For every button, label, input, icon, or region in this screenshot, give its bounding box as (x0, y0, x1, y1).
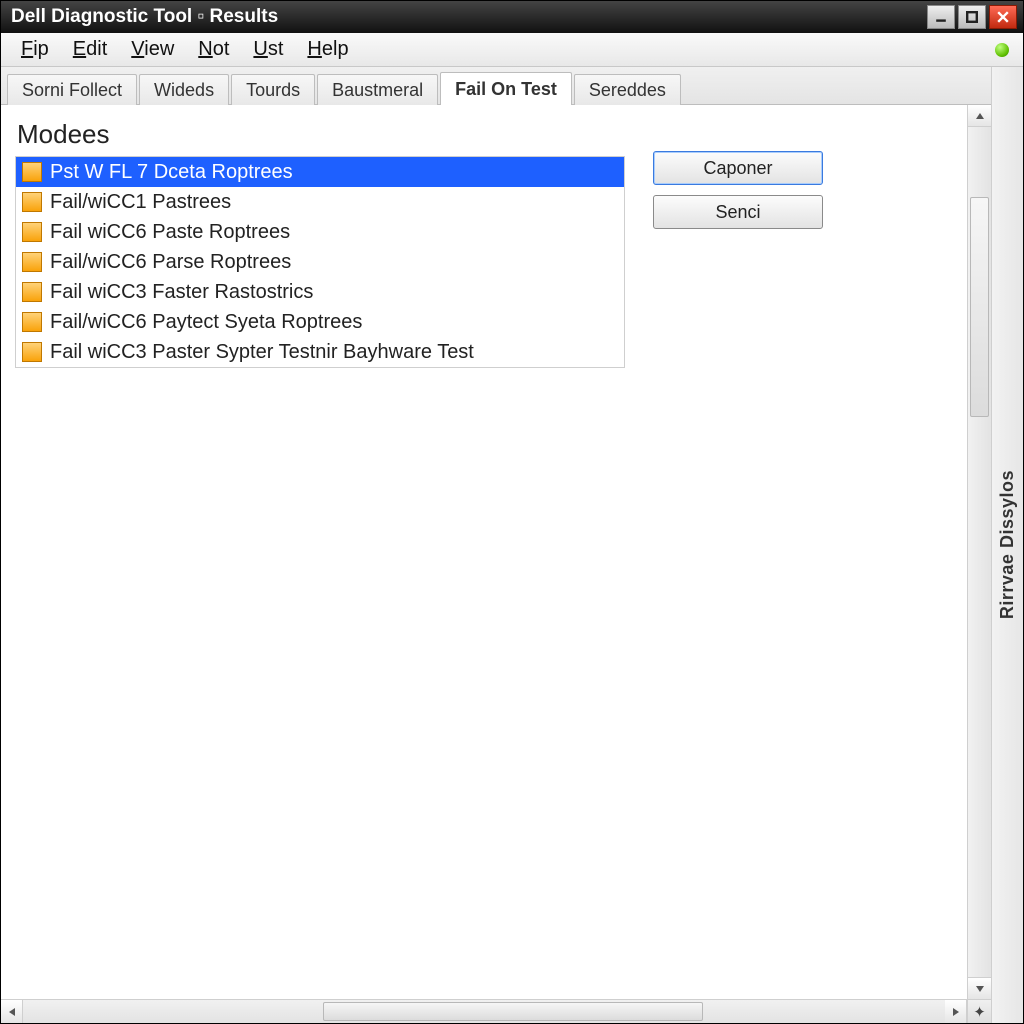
menu-view[interactable]: View (119, 34, 186, 65)
menu-not[interactable]: Not (186, 34, 241, 65)
results-listbox[interactable]: Pst W FL 7 Dceta Roptrees Fail/wiCC1 Pas… (15, 156, 625, 368)
list-item-label: Fail/wiCC1 Pastrees (50, 191, 231, 214)
titlebar[interactable]: Dell Diagnostic Tool ▫ Results (1, 1, 1023, 33)
folder-icon (22, 252, 42, 272)
list-item-label: Pst W FL 7 Dceta Roptrees (50, 161, 293, 184)
vertical-scrollbar[interactable] (967, 105, 991, 999)
close-button[interactable] (989, 5, 1017, 29)
main-column: Sorni Follect Wideds Tourds Baustmeral F… (1, 67, 991, 1023)
folder-icon (22, 282, 42, 302)
action-buttons: Caponer Senci (653, 117, 823, 368)
window-title: Dell Diagnostic Tool ▫ Results (7, 6, 924, 28)
list-item-label: Fail/wiCC6 Paytect Syeta Roptrees (50, 311, 362, 334)
folder-icon (22, 192, 42, 212)
list-item[interactable]: Fail wiCC3 Faster Rastostrics (16, 277, 624, 307)
scroll-thumb[interactable] (970, 197, 989, 417)
list-item-label: Fail wiCC3 Paster Sypter Testnir Bayhwar… (50, 341, 474, 364)
folder-icon (22, 222, 42, 242)
list-item[interactable]: Fail wiCC3 Paster Sypter Testnir Bayhwar… (16, 337, 624, 367)
list-item[interactable]: Fail/wiCC6 Parse Roptrees (16, 247, 624, 277)
scroll-right-button[interactable] (945, 1000, 967, 1023)
status-indicator-icon (995, 43, 1009, 57)
maximize-button[interactable] (958, 5, 986, 29)
list-item-label: Fail/wiCC6 Parse Roptrees (50, 251, 291, 274)
list-item[interactable]: Pst W FL 7 Dceta Roptrees (16, 157, 624, 187)
tabstrip: Sorni Follect Wideds Tourds Baustmeral F… (1, 67, 991, 105)
tab-sorni-follect[interactable]: Sorni Follect (7, 74, 137, 105)
scroll-up-button[interactable] (968, 105, 991, 127)
caponer-button[interactable]: Caponer (653, 151, 823, 185)
horizontal-scrollbar[interactable]: ✦ (1, 999, 991, 1023)
tab-content: Modees Pst W FL 7 Dceta Roptrees Fail/wi… (1, 105, 967, 999)
senci-button[interactable]: Senci (653, 195, 823, 229)
scroll-corner: ✦ (967, 1000, 991, 1023)
folder-icon (22, 342, 42, 362)
list-item-label: Fail wiCC6 Paste Roptrees (50, 221, 290, 244)
menu-ust[interactable]: Ust (241, 34, 295, 65)
folder-icon (22, 162, 42, 182)
side-panel-label: Rirrvae Dissylos (997, 470, 1018, 619)
list-item[interactable]: Fail/wiCC6 Paytect Syeta Roptrees (16, 307, 624, 337)
menu-fip[interactable]: Fip (9, 34, 61, 65)
folder-icon (22, 312, 42, 332)
menu-edit[interactable]: Edit (61, 34, 119, 65)
tab-fail-on-test[interactable]: Fail On Test (440, 72, 572, 105)
menubar: Fip Edit View Not Ust Help (1, 33, 1023, 67)
menu-help[interactable]: Help (295, 34, 360, 65)
tab-wideds[interactable]: Wideds (139, 74, 229, 105)
hscroll-thumb[interactable] (323, 1002, 703, 1021)
scroll-track[interactable] (968, 127, 991, 977)
scroll-down-button[interactable] (968, 977, 991, 999)
tab-sereddes[interactable]: Sereddes (574, 74, 681, 105)
list-item[interactable]: Fail wiCC6 Paste Roptrees (16, 217, 624, 247)
section-heading: Modees (17, 119, 625, 150)
tab-tourds[interactable]: Tourds (231, 74, 315, 105)
side-panel[interactable]: Rirrvae Dissylos (991, 67, 1023, 1023)
hscroll-track[interactable] (23, 1000, 945, 1023)
app-window: Dell Diagnostic Tool ▫ Results Fip Edit … (0, 0, 1024, 1024)
minimize-button[interactable] (927, 5, 955, 29)
list-item[interactable]: Fail/wiCC1 Pastrees (16, 187, 624, 217)
tab-baustmeral[interactable]: Baustmeral (317, 74, 438, 105)
scroll-left-button[interactable] (1, 1000, 23, 1023)
body-area: Sorni Follect Wideds Tourds Baustmeral F… (1, 67, 1023, 1023)
list-item-label: Fail wiCC3 Faster Rastostrics (50, 281, 313, 304)
